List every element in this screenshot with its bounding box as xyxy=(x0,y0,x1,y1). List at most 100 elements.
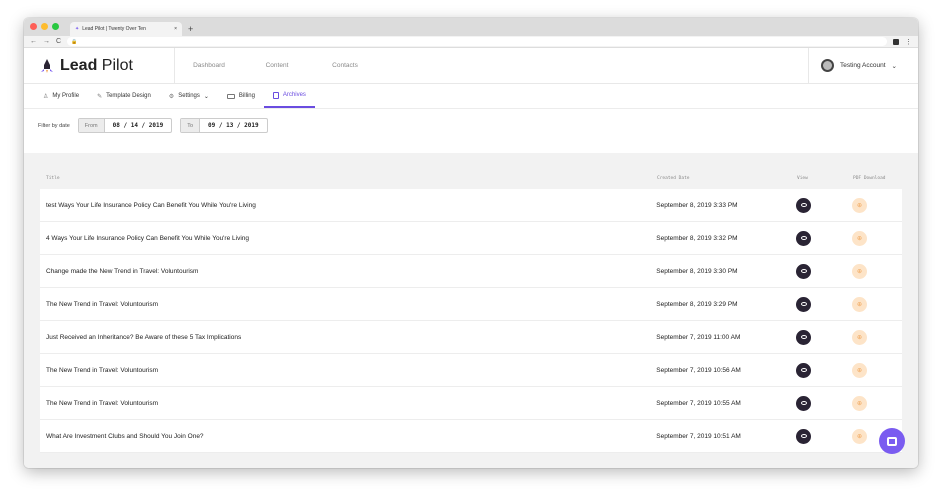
eye-icon xyxy=(800,236,807,240)
account-menu[interactable]: Testing Account ⌄ xyxy=(808,47,918,84)
pdf-download-button[interactable]: ⊕ xyxy=(852,263,868,279)
eye-icon xyxy=(800,302,807,306)
tab-template-design[interactable]: ✎ Template Design xyxy=(88,84,160,108)
browser-tabstrip: ✦ Lead Pilot | Twenty Over Ten × + xyxy=(24,18,918,36)
card-icon xyxy=(226,93,235,99)
header-view: View xyxy=(797,176,808,181)
browser-tab-title: Lead Pilot | Twenty Over Ten xyxy=(82,26,146,32)
download-icon: ⊕ xyxy=(857,400,863,407)
browser-tab[interactable]: ✦ Lead Pilot | Twenty Over Ten × xyxy=(70,22,182,36)
view-button[interactable] xyxy=(796,329,812,345)
close-tab-icon[interactable]: × xyxy=(174,26,177,32)
sub-nav: ♙ My Profile ✎ Template Design ⚙ Setting… xyxy=(24,84,918,109)
row-title: The New Trend in Travel: Voluntourism xyxy=(46,300,158,308)
eye-icon xyxy=(800,368,807,372)
table-row: The New Trend in Travel: Voluntourism Sep… xyxy=(40,354,902,387)
from-date-value[interactable]: 08 / 14 / 2019 xyxy=(105,122,172,129)
to-date-field[interactable]: To 09 / 13 / 2019 xyxy=(180,118,268,133)
row-created-date: September 7, 2019 10:51 AM xyxy=(656,432,741,440)
menu-icon[interactable]: ⋮ xyxy=(905,38,912,46)
window-controls xyxy=(30,23,59,30)
tab-archives[interactable]: Archives xyxy=(263,84,315,108)
pdf-download-button[interactable]: ⊕ xyxy=(852,362,868,378)
table-header: Title Created Date View PDF Download xyxy=(24,153,918,189)
forward-icon[interactable]: → xyxy=(43,38,50,45)
header-pdf-download: PDF Download xyxy=(853,176,886,181)
account-name: Testing Account xyxy=(840,62,886,69)
table-row: test Ways Your Life Insurance Policy Can… xyxy=(40,189,902,222)
row-title: Change made the New Trend in Travel: Vol… xyxy=(46,267,199,275)
row-created-date: September 7, 2019 11:00 AM xyxy=(656,333,741,341)
url-input[interactable]: 🔒 xyxy=(67,37,887,46)
maximize-window-button[interactable] xyxy=(52,23,59,30)
download-icon: ⊕ xyxy=(857,367,863,374)
row-created-date: September 7, 2019 10:56 AM xyxy=(656,366,741,374)
view-button[interactable] xyxy=(796,296,812,312)
row-created-date: September 8, 2019 3:33 PM xyxy=(656,201,738,209)
view-button[interactable] xyxy=(796,395,812,411)
table-row: 4 Ways Your Life Insurance Policy Can Be… xyxy=(40,222,902,255)
eye-icon xyxy=(800,269,807,273)
eye-icon xyxy=(800,401,807,405)
person-icon: ♙ xyxy=(43,93,49,100)
chevron-down-icon: ⌄ xyxy=(203,93,209,100)
to-date-value[interactable]: 09 / 13 / 2019 xyxy=(200,122,267,129)
table-row: The New Trend in Travel: Voluntourism Sep… xyxy=(40,288,902,321)
extension-icon[interactable] xyxy=(893,38,899,45)
new-tab-button[interactable]: + xyxy=(188,24,193,34)
view-button[interactable] xyxy=(796,362,812,378)
nav-contacts[interactable]: Contacts xyxy=(311,62,379,69)
reload-icon[interactable]: C xyxy=(56,38,61,45)
tab-label: Settings xyxy=(178,93,200,99)
brand-logo[interactable]: Lead Pilot xyxy=(24,47,175,84)
avatar xyxy=(821,59,834,72)
archive-icon xyxy=(272,91,279,99)
view-button[interactable] xyxy=(796,263,812,279)
nav-content[interactable]: Content xyxy=(243,62,311,69)
chat-icon xyxy=(887,436,897,446)
download-icon: ⊕ xyxy=(857,433,863,440)
row-created-date: September 8, 2019 3:32 PM xyxy=(656,234,738,242)
header-title: Title xyxy=(46,176,60,181)
pdf-download-button[interactable]: ⊕ xyxy=(852,197,868,213)
row-title: Just Received an Inheritance? Be Aware o… xyxy=(46,333,242,341)
browser-window: ✦ Lead Pilot | Twenty Over Ten × + ← → C… xyxy=(24,18,918,468)
header-created-date: Created Date xyxy=(657,176,690,181)
pdf-download-button[interactable]: ⊕ xyxy=(852,428,868,444)
pdf-download-button[interactable]: ⊕ xyxy=(852,230,868,246)
date-filter: Filter by date From 08 / 14 / 2019 To 09… xyxy=(24,109,918,142)
nav-dashboard[interactable]: Dashboard xyxy=(175,62,243,69)
download-icon: ⊕ xyxy=(857,268,863,275)
minimize-window-button[interactable] xyxy=(41,23,48,30)
close-window-button[interactable] xyxy=(30,23,37,30)
pdf-download-button[interactable]: ⊕ xyxy=(852,296,868,312)
eye-icon xyxy=(800,434,807,438)
tab-settings[interactable]: ⚙ Settings ⌄ xyxy=(160,84,218,108)
brand-name-light: Pilot xyxy=(97,56,133,74)
gear-icon: ⚙ xyxy=(168,93,175,100)
favicon-icon: ✦ xyxy=(75,26,80,32)
address-bar: ← → C 🔒 ⋮ xyxy=(24,36,918,48)
from-date-field[interactable]: From 08 / 14 / 2019 xyxy=(77,118,173,133)
chevron-down-icon: ⌄ xyxy=(891,62,897,70)
pdf-download-button[interactable]: ⊕ xyxy=(852,395,868,411)
row-title: What Are Investment Clubs and Should You… xyxy=(46,432,204,440)
table-row: The New Trend in Travel: Voluntourism Sep… xyxy=(40,387,902,420)
pdf-download-button[interactable]: ⊕ xyxy=(852,329,868,345)
back-icon[interactable]: ← xyxy=(30,38,37,45)
chat-launcher-button[interactable] xyxy=(879,428,905,454)
tab-my-profile[interactable]: ♙ My Profile xyxy=(34,84,88,108)
brand-name-bold: Lead xyxy=(60,56,98,74)
tab-billing[interactable]: Billing xyxy=(218,84,264,108)
view-button[interactable] xyxy=(796,197,812,213)
row-created-date: September 8, 2019 3:30 PM xyxy=(656,267,738,275)
table-body: test Ways Your Life Insurance Policy Can… xyxy=(40,189,902,453)
lock-icon: 🔒 xyxy=(71,38,78,45)
view-button[interactable] xyxy=(796,230,812,246)
view-button[interactable] xyxy=(796,428,812,444)
download-icon: ⊕ xyxy=(857,334,863,341)
tab-label: Billing xyxy=(238,93,255,99)
row-title: 4 Ways Your Life Insurance Policy Can Be… xyxy=(46,234,249,242)
row-created-date: September 8, 2019 3:29 PM xyxy=(656,300,738,308)
download-icon: ⊕ xyxy=(857,235,863,242)
